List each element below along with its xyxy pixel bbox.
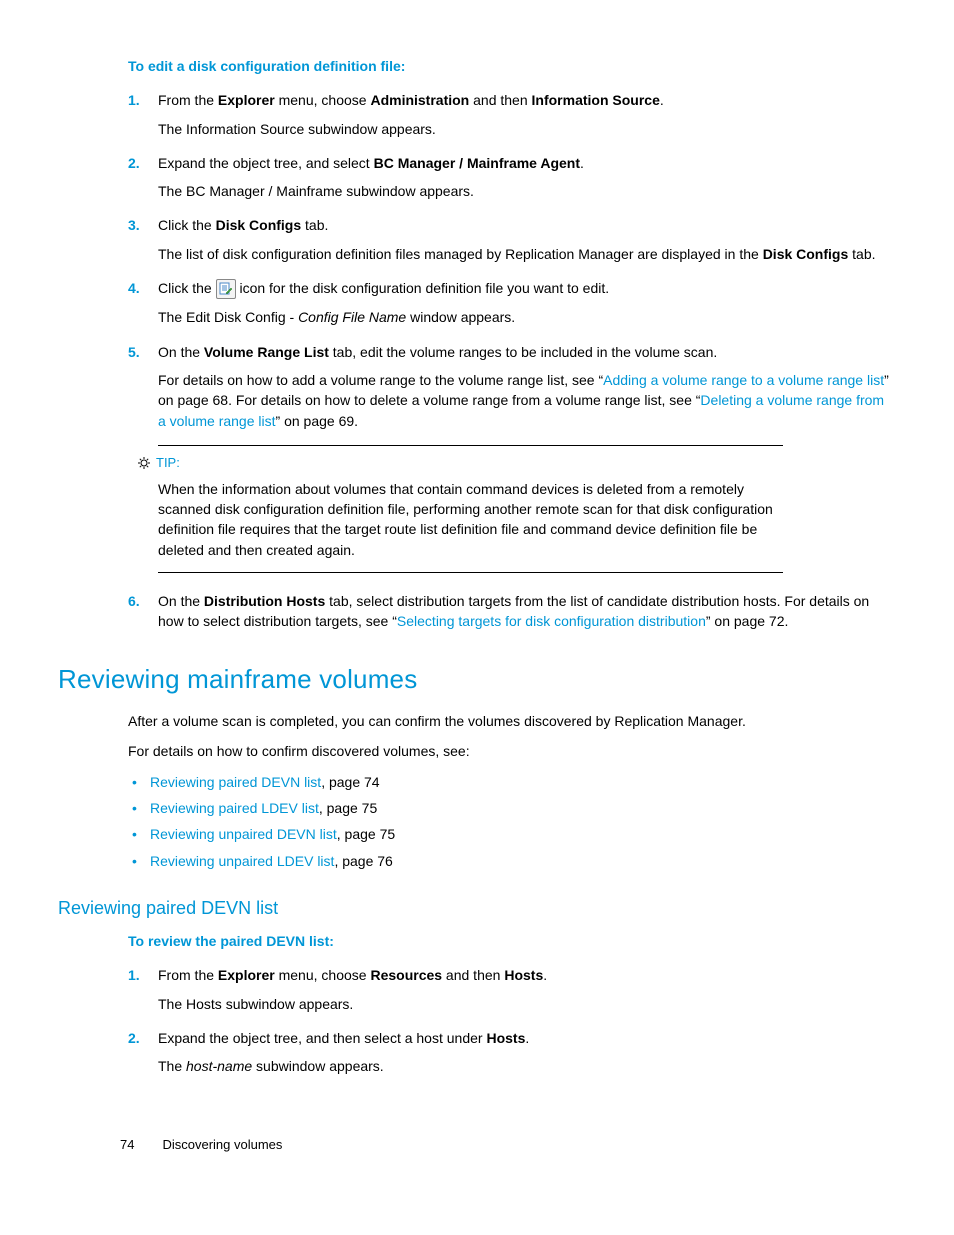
step-result: The list of disk configuration definitio… [158,244,892,264]
tip-icon [136,455,152,471]
step-number: 1. [128,965,140,985]
step-text: Expand the object tree, and then select … [158,1028,892,1048]
procedure-heading-edit-disk-config: To edit a disk configuration definition … [128,56,892,76]
step-3: 3. Click the Disk Configs tab. The list … [128,215,892,264]
section2-body: After a volume scan is completed, you ca… [128,711,892,762]
step-2: 2. Expand the object tree, and select BC… [128,153,892,202]
link-selecting-targets[interactable]: Selecting targets for disk configuration… [397,613,706,629]
bullet-list: Reviewing paired DEVN list, page 74 Revi… [128,772,892,871]
tip-box: TIP: When the information about volumes … [158,445,783,573]
paragraph: For details on how to confirm discovered… [128,741,892,761]
tip-label: TIP: [156,454,180,473]
step-4: 4. Click the icon for the disk configura… [128,278,892,328]
step-6: 6. On the Distribution Hosts tab, select… [128,591,892,632]
page-content: To edit a disk configuration definition … [58,56,892,1091]
page-footer: 74 Discovering volumes [120,1136,282,1155]
step-result: The Hosts subwindow appears. [158,994,892,1014]
step-text: From the Explorer menu, choose Administr… [158,90,892,110]
step-result: The Edit Disk Config - Config File Name … [158,307,892,327]
heading-reviewing-mainframe-volumes: Reviewing mainframe volumes [58,661,892,699]
list-item: Reviewing paired LDEV list, page 75 [128,798,892,818]
footer-title: Discovering volumes [162,1136,282,1155]
step-text: Click the icon for the disk configuratio… [158,278,892,299]
heading-reviewing-paired-devn-list: Reviewing paired DEVN list [58,895,892,921]
link-reviewing-paired-devn[interactable]: Reviewing paired DEVN list [150,774,321,790]
tip-label-row: TIP: [158,454,783,473]
edit-icon [216,279,236,299]
step-1: 1. From the Explorer menu, choose Resour… [128,965,892,1014]
link-reviewing-unpaired-devn[interactable]: Reviewing unpaired DEVN list [150,826,337,842]
step-result: The Information Source subwindow appears… [158,119,892,139]
link-reviewing-unpaired-ldev[interactable]: Reviewing unpaired LDEV list [150,853,334,869]
step-number: 2. [128,1028,140,1048]
step-detail: For details on how to add a volume range… [158,370,892,431]
step-5: 5. On the Volume Range List tab, edit th… [128,342,892,573]
step-text: On the Volume Range List tab, edit the v… [158,342,892,362]
step-text: From the Explorer menu, choose Resources… [158,965,892,985]
paragraph: After a volume scan is completed, you ca… [128,711,892,731]
link-adding-volume-range[interactable]: Adding a volume range to a volume range … [603,372,884,388]
step-number: 3. [128,215,140,235]
step-text: On the Distribution Hosts tab, select di… [158,591,892,632]
step-result: The BC Manager / Mainframe subwindow app… [158,181,892,201]
step-number: 1. [128,90,140,110]
page-number: 74 [120,1136,134,1155]
step-1: 1. From the Explorer menu, choose Admini… [128,90,892,139]
tip-body: When the information about volumes that … [158,479,783,560]
procedure-heading-review-devn: To review the paired DEVN list: [128,931,892,951]
step-number: 2. [128,153,140,173]
step-text: Expand the object tree, and select BC Ma… [158,153,892,173]
step-result: The host-name subwindow appears. [158,1056,892,1076]
step-2: 2. Expand the object tree, and then sele… [128,1028,892,1077]
list-item: Reviewing unpaired DEVN list, page 75 [128,824,892,844]
step-text: Click the Disk Configs tab. [158,215,892,235]
list-item: Reviewing unpaired LDEV list, page 76 [128,851,892,871]
list-item: Reviewing paired DEVN list, page 74 [128,772,892,792]
step-number: 6. [128,591,140,611]
step-number: 4. [128,278,140,298]
step-number: 5. [128,342,140,362]
procedure-steps-review-devn: 1. From the Explorer menu, choose Resour… [58,965,892,1076]
link-reviewing-paired-ldev[interactable]: Reviewing paired LDEV list [150,800,319,816]
procedure-steps-edit-disk-config: 1. From the Explorer menu, choose Admini… [58,90,892,631]
